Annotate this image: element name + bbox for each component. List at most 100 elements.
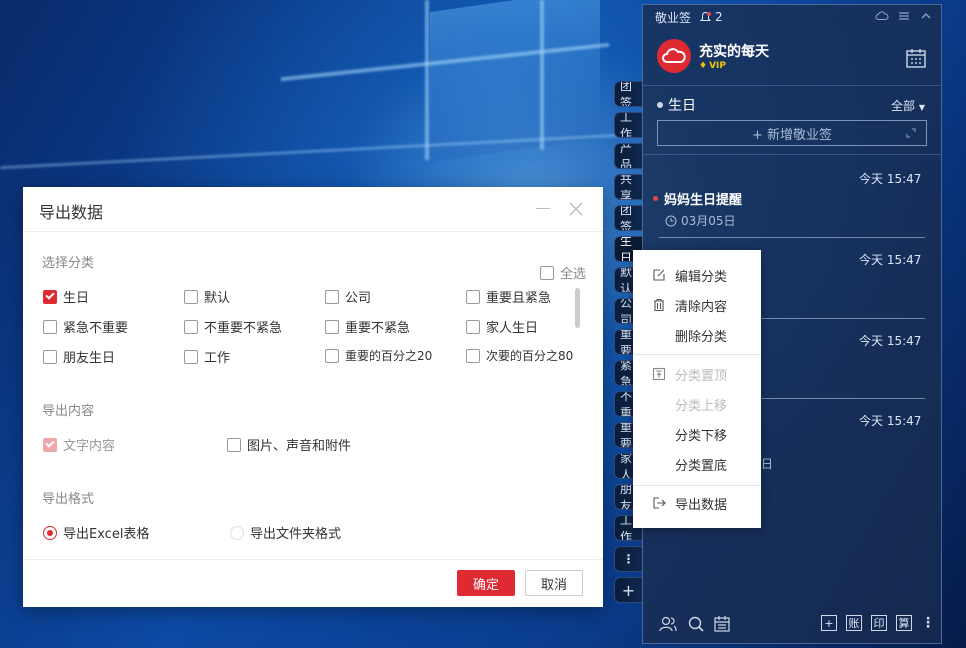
export-icon	[653, 497, 666, 509]
menu-item-pin-top: 分类置顶	[633, 359, 761, 389]
collapse-icon[interactable]	[919, 9, 933, 23]
expand-icon[interactable]	[906, 128, 916, 138]
checkbox-icon[interactable]	[43, 319, 57, 334]
scrollbar-thumb[interactable]	[575, 288, 580, 328]
category-checkbox[interactable]: 重要不紧急	[325, 317, 410, 336]
checkbox-icon[interactable]	[466, 348, 480, 363]
trash-icon	[654, 298, 664, 312]
category-checkbox[interactable]: 公司	[325, 287, 371, 306]
category-checkbox[interactable]: 次要的百分之80	[466, 347, 573, 364]
checkbox-icon[interactable]	[227, 437, 241, 452]
category-checkbox[interactable]: 朋友生日	[43, 347, 115, 366]
category-checkbox[interactable]: 不重要不紧急	[184, 317, 282, 336]
menu-item-edit-category[interactable]: 编辑分类	[633, 260, 761, 290]
folder-format-radio[interactable]: 导出文件夹格式	[230, 523, 341, 542]
category-label: 次要的百分之80	[486, 349, 574, 363]
cloud-logo-icon	[662, 48, 686, 63]
menu-divider	[633, 354, 761, 355]
menu-item-move-up: 分类上移	[633, 389, 761, 419]
note-title: 妈妈生日提醒	[653, 189, 742, 208]
select-all-checkbox[interactable]: 全选	[540, 263, 586, 282]
notification-button[interactable]: 2	[699, 10, 723, 24]
checkbox-icon[interactable]	[184, 349, 198, 364]
category-label: 重要且紧急	[486, 291, 552, 306]
menu-icon[interactable]	[897, 9, 911, 23]
calendar-list-icon[interactable]	[713, 615, 731, 633]
note-date: 日	[761, 457, 774, 471]
notification-count: 2	[715, 10, 723, 24]
menu-label: 导出数据	[675, 497, 728, 513]
minimize-icon[interactable]	[536, 208, 550, 209]
ledger-button[interactable]: 账	[846, 615, 862, 631]
category-label: 家人生日	[486, 321, 539, 336]
divider	[643, 154, 941, 155]
category-section-label: 选择分类	[42, 256, 95, 271]
dialog-header: 导出数据	[23, 187, 603, 232]
checkbox-icon[interactable]	[466, 289, 480, 304]
filter-dropdown[interactable]: 全部 ▼	[891, 97, 925, 114]
checkbox-icon[interactable]	[325, 348, 339, 363]
folder-format-label: 导出文件夹格式	[250, 527, 342, 542]
menu-item-move-bottom[interactable]: 分类置底	[633, 449, 761, 479]
note-title-text: 妈妈生日提醒	[664, 193, 743, 208]
avatar[interactable]	[657, 39, 691, 73]
cancel-button[interactable]: 取消	[525, 570, 583, 596]
menu-item-export-data[interactable]: 导出数据	[633, 488, 761, 518]
checkbox-icon[interactable]	[43, 289, 57, 304]
contacts-icon[interactable]	[659, 615, 677, 633]
category-checkbox[interactable]: 紧急不重要	[43, 317, 128, 336]
dialog-footer-divider	[23, 559, 603, 560]
format-section-label: 导出格式	[42, 492, 95, 507]
more-options-icon[interactable]: ⋮	[921, 615, 935, 631]
cloud-sync-icon[interactable]	[875, 9, 889, 23]
search-icon[interactable]	[687, 615, 705, 633]
checkbox-icon[interactable]	[43, 349, 57, 364]
add-note-input[interactable]: + 新增敬业签	[657, 120, 927, 146]
side-tab[interactable]: 团签	[614, 205, 642, 231]
category-checkbox[interactable]: 家人生日	[466, 317, 538, 336]
username: 充实的每天	[699, 44, 769, 60]
add-button[interactable]: +	[821, 615, 837, 631]
print-button[interactable]: 印	[871, 615, 887, 631]
menu-label: 分类上移	[675, 398, 728, 414]
radio-icon[interactable]	[43, 525, 57, 540]
menu-label: 分类置顶	[675, 368, 728, 384]
note-reminder: 03月05日	[665, 212, 736, 229]
checkbox-icon[interactable]	[325, 289, 339, 304]
category-checkbox[interactable]: 生日	[43, 287, 89, 306]
menu-item-delete-category[interactable]: 删除分类	[633, 320, 761, 350]
category-checkbox[interactable]: 重要且紧急	[466, 287, 551, 306]
add-tab-button[interactable]: +	[614, 577, 642, 603]
close-icon[interactable]	[567, 200, 585, 218]
ok-button[interactable]: 确定	[457, 570, 515, 596]
unread-dot-icon	[653, 196, 658, 201]
side-tab[interactable]: 工作	[614, 112, 642, 138]
note-divider	[659, 237, 925, 238]
category-checkbox[interactable]: 工作	[184, 347, 230, 366]
excel-format-radio[interactable]: 导出Excel表格	[43, 523, 149, 542]
radio-icon[interactable]	[230, 525, 244, 540]
checkbox-icon[interactable]	[466, 319, 480, 334]
side-tab[interactable]: 共享	[614, 174, 642, 200]
note-time: 今天 15:47	[859, 172, 922, 186]
side-tab[interactable]: 产品	[614, 143, 642, 169]
export-dialog: 导出数据 选择分类 全选 生日 默认 公司 重要且紧急 紧急不重要 不重要不紧急…	[23, 187, 603, 607]
checkbox-icon[interactable]	[325, 319, 339, 334]
checkbox-icon[interactable]	[540, 265, 554, 280]
category-checkbox[interactable]: 默认	[184, 287, 230, 306]
more-tabs-button[interactable]: ⋮	[614, 546, 642, 572]
pin-top-icon	[652, 367, 666, 381]
category-checkbox[interactable]: 重要的百分之20	[325, 347, 432, 364]
media-content-checkbox[interactable]: 图片、声音和附件	[227, 435, 351, 454]
menu-item-clear-content[interactable]: 清除内容	[633, 290, 761, 320]
bell-icon[interactable]	[699, 11, 712, 24]
checkbox-icon[interactable]	[184, 319, 198, 334]
category-label: 生日	[63, 291, 90, 306]
checkbox-icon[interactable]	[184, 289, 198, 304]
excel-format-label: 导出Excel表格	[63, 527, 150, 542]
calendar-icon[interactable]	[905, 47, 927, 69]
side-tab[interactable]: 团签	[614, 81, 642, 107]
calculator-button[interactable]: 算	[896, 615, 912, 631]
category-label: 紧急不重要	[63, 321, 129, 336]
menu-item-move-down[interactable]: 分类下移	[633, 419, 761, 449]
